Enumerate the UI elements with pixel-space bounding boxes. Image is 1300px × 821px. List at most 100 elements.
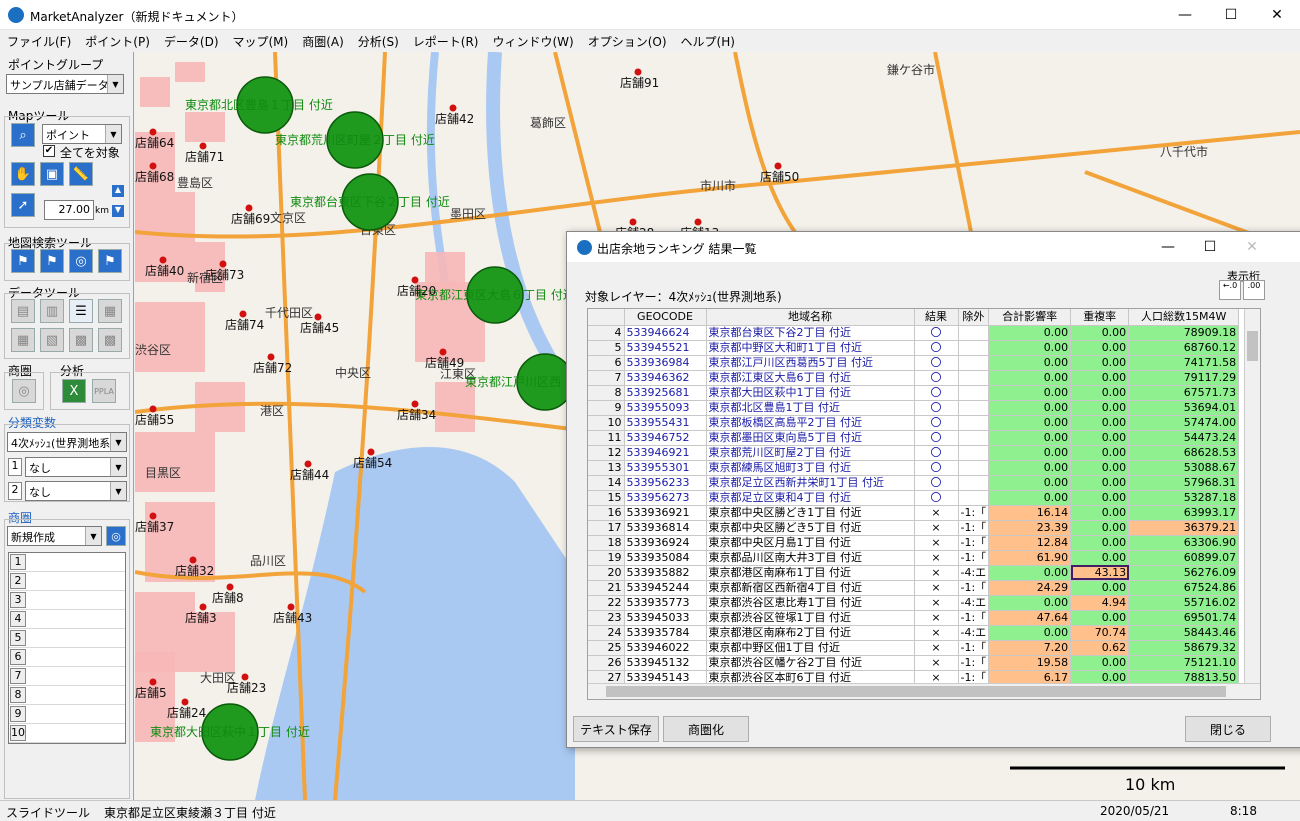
table-cell[interactable]: 19: [588, 550, 625, 566]
excel-icon[interactable]: X: [62, 379, 86, 403]
table-cell[interactable]: [958, 475, 990, 491]
table-cell[interactable]: 15: [588, 490, 625, 506]
table-cell[interactable]: 533935084: [624, 550, 707, 566]
table-cell[interactable]: 0.00: [988, 475, 1072, 491]
table-row[interactable]: 8 533925681 東京都大田区萩中1丁目 付近〇 0.00 0.00 67571.7…: [588, 385, 1240, 401]
pointer-arrow-icon[interactable]: ➚: [11, 193, 35, 217]
table-cell[interactable]: ×: [914, 655, 959, 671]
table-cell[interactable]: -1:「: [958, 580, 990, 596]
shoken-list-item[interactable]: 5: [9, 629, 125, 648]
ppla-icon[interactable]: PPLA: [92, 379, 116, 403]
table-cell[interactable]: 0.00: [1070, 655, 1130, 671]
table-cell[interactable]: 0.00: [1070, 610, 1130, 626]
table-cell[interactable]: -4:エ: [958, 595, 990, 611]
table-cell[interactable]: 533955093: [624, 400, 707, 416]
table-cell[interactable]: [958, 385, 990, 401]
table-cell[interactable]: 東京都大田区萩中1丁目 付近: [706, 385, 915, 401]
table-cell[interactable]: 7: [588, 370, 625, 386]
table-cell[interactable]: 0.00: [988, 430, 1072, 446]
matrix-icon[interactable]: ▩: [98, 328, 122, 352]
table-cell[interactable]: 東京都板橋区高島平2丁目 付近: [706, 415, 915, 431]
save-text-button[interactable]: テキスト保存: [573, 716, 659, 742]
table-row[interactable]: 24 533935784 東京都港区南麻布2丁目 付近 × -4:エ 0.00 70.74 5…: [588, 625, 1240, 641]
table-cell[interactable]: 東京都墨田区東向島5丁目 付近: [706, 430, 915, 446]
table-row[interactable]: 13 533955301 東京都練馬区旭町3丁目 付近〇 0.00 0.00 53088.…: [588, 460, 1240, 476]
shoken-list-item[interactable]: 7: [9, 667, 125, 686]
table-cell[interactable]: 0.00: [1070, 580, 1130, 596]
table-cell[interactable]: 5: [588, 340, 625, 356]
table-cell[interactable]: 0.00: [1070, 520, 1130, 536]
table-row[interactable]: 4 533946624 東京都台東区下谷2丁目 付近〇 0.00 0.00 78909.1…: [588, 325, 1240, 341]
table-cell[interactable]: 533936814: [624, 520, 707, 536]
dialog-minimize-button[interactable]: —: [1145, 232, 1191, 262]
shoken-list-item[interactable]: 8: [9, 686, 125, 705]
table-cell[interactable]: [958, 340, 990, 356]
table-row[interactable]: 14 533956233 東京都足立区西新井栄町1丁目 付近〇 0.00 0.00 579…: [588, 475, 1240, 491]
table-row[interactable]: 26 533945132 東京都渋谷区幡ケ谷2丁目 付近 × -1:「 19.58 0.00…: [588, 655, 1240, 671]
table-cell[interactable]: 0.00: [988, 595, 1072, 611]
table-cell[interactable]: 〇: [914, 415, 959, 431]
all-targets-checkbox[interactable]: ✔: [43, 145, 55, 157]
table-cell[interactable]: 0.00: [1070, 460, 1130, 476]
table-cell[interactable]: 東京都足立区西新井栄町1丁目 付近: [706, 475, 915, 491]
table-row[interactable]: 7 533946362 東京都江東区大島6丁目 付近〇 0.00 0.00 79117.2…: [588, 370, 1240, 386]
table-cell[interactable]: [958, 490, 990, 506]
table-cell[interactable]: -1:「: [958, 655, 990, 671]
table-cell[interactable]: 東京都荒川区町屋2丁目 付近: [706, 445, 915, 461]
table-cell[interactable]: 57474.00: [1128, 415, 1240, 431]
table-cell[interactable]: 533946752: [624, 430, 707, 446]
table-cell[interactable]: 10: [588, 415, 625, 431]
table-cell[interactable]: 〇: [914, 490, 959, 506]
table-cell[interactable]: 〇: [914, 475, 959, 491]
table-cell[interactable]: 69501.74: [1128, 610, 1240, 626]
table-cell[interactable]: ×: [914, 610, 959, 626]
spin-up-icon[interactable]: ▲: [112, 185, 124, 197]
target-icon[interactable]: ◎: [106, 526, 126, 546]
table-cell[interactable]: 〇: [914, 340, 959, 356]
table-cell[interactable]: 0.00: [1070, 505, 1130, 521]
trade-area-circle-icon[interactable]: ◎: [12, 379, 36, 403]
table-row[interactable]: 19 533935084 東京都品川区南大井3丁目 付近 × -1:「 61.90 0.00…: [588, 550, 1240, 566]
table-cell[interactable]: 533956273: [624, 490, 707, 506]
table-cell[interactable]: 25: [588, 640, 625, 656]
horizontal-scrollbar[interactable]: [588, 683, 1260, 699]
table-row[interactable]: 11 533946752 東京都墨田区東向島5丁目 付近〇 0.00 0.00 54473…: [588, 430, 1240, 446]
table-cell[interactable]: -1:「: [958, 520, 990, 536]
table-cell[interactable]: 533945244: [624, 580, 707, 596]
table-cell[interactable]: 〇: [914, 400, 959, 416]
table-cell[interactable]: 〇: [914, 445, 959, 461]
table-cell[interactable]: [958, 355, 990, 371]
table-cell[interactable]: 〇: [914, 460, 959, 476]
column-header[interactable]: 結果: [914, 309, 959, 326]
maximize-button[interactable]: ☐: [1208, 0, 1254, 30]
create-trade-area-button[interactable]: 商圏化: [663, 716, 749, 742]
table-cell[interactable]: [958, 460, 990, 476]
distance-input[interactable]: 27.00: [44, 200, 94, 220]
shoken-list-item[interactable]: 2: [9, 572, 125, 591]
table-row[interactable]: 5 533945521 東京都中野区大和町1丁目 付近〇 0.00 0.00 68760.…: [588, 340, 1240, 356]
table-cell[interactable]: 533946624: [624, 325, 707, 341]
table-cell[interactable]: 67571.73: [1128, 385, 1240, 401]
table-cell[interactable]: [958, 370, 990, 386]
table-cell[interactable]: ×: [914, 550, 959, 566]
table-cell[interactable]: 7.20: [988, 640, 1072, 656]
table-cell[interactable]: 0.00: [988, 460, 1072, 476]
table-cell[interactable]: 43.13: [1070, 565, 1130, 581]
table-cell[interactable]: [958, 325, 990, 341]
table-cell[interactable]: 東京都江戸川区西葛西5丁目 付近: [706, 355, 915, 371]
ranking-grid[interactable]: GEOCODE 地域名称 結果 除外 合計影響率 重複率 人口総数15M4W 4…: [587, 308, 1261, 700]
table-cell[interactable]: 0.00: [1070, 385, 1130, 401]
table-cell[interactable]: 〇: [914, 430, 959, 446]
table-cell[interactable]: 4: [588, 325, 625, 341]
table-cell[interactable]: ×: [914, 595, 959, 611]
table-row[interactable]: 15 533956273 東京都足立区東和4丁目 付近〇 0.00 0.00 53287.…: [588, 490, 1240, 506]
menu-option[interactable]: オプション(O): [581, 30, 674, 50]
table-cell[interactable]: 16.14: [988, 505, 1072, 521]
column-header[interactable]: 地域名称: [706, 309, 915, 326]
table-cell[interactable]: 12: [588, 445, 625, 461]
table-cell[interactable]: 0.00: [988, 355, 1072, 371]
table-cell[interactable]: 0.00: [988, 490, 1072, 506]
table-cell[interactable]: 0.00: [988, 415, 1072, 431]
table-cell[interactable]: 74171.58: [1128, 355, 1240, 371]
table-cell[interactable]: -1:「: [958, 640, 990, 656]
